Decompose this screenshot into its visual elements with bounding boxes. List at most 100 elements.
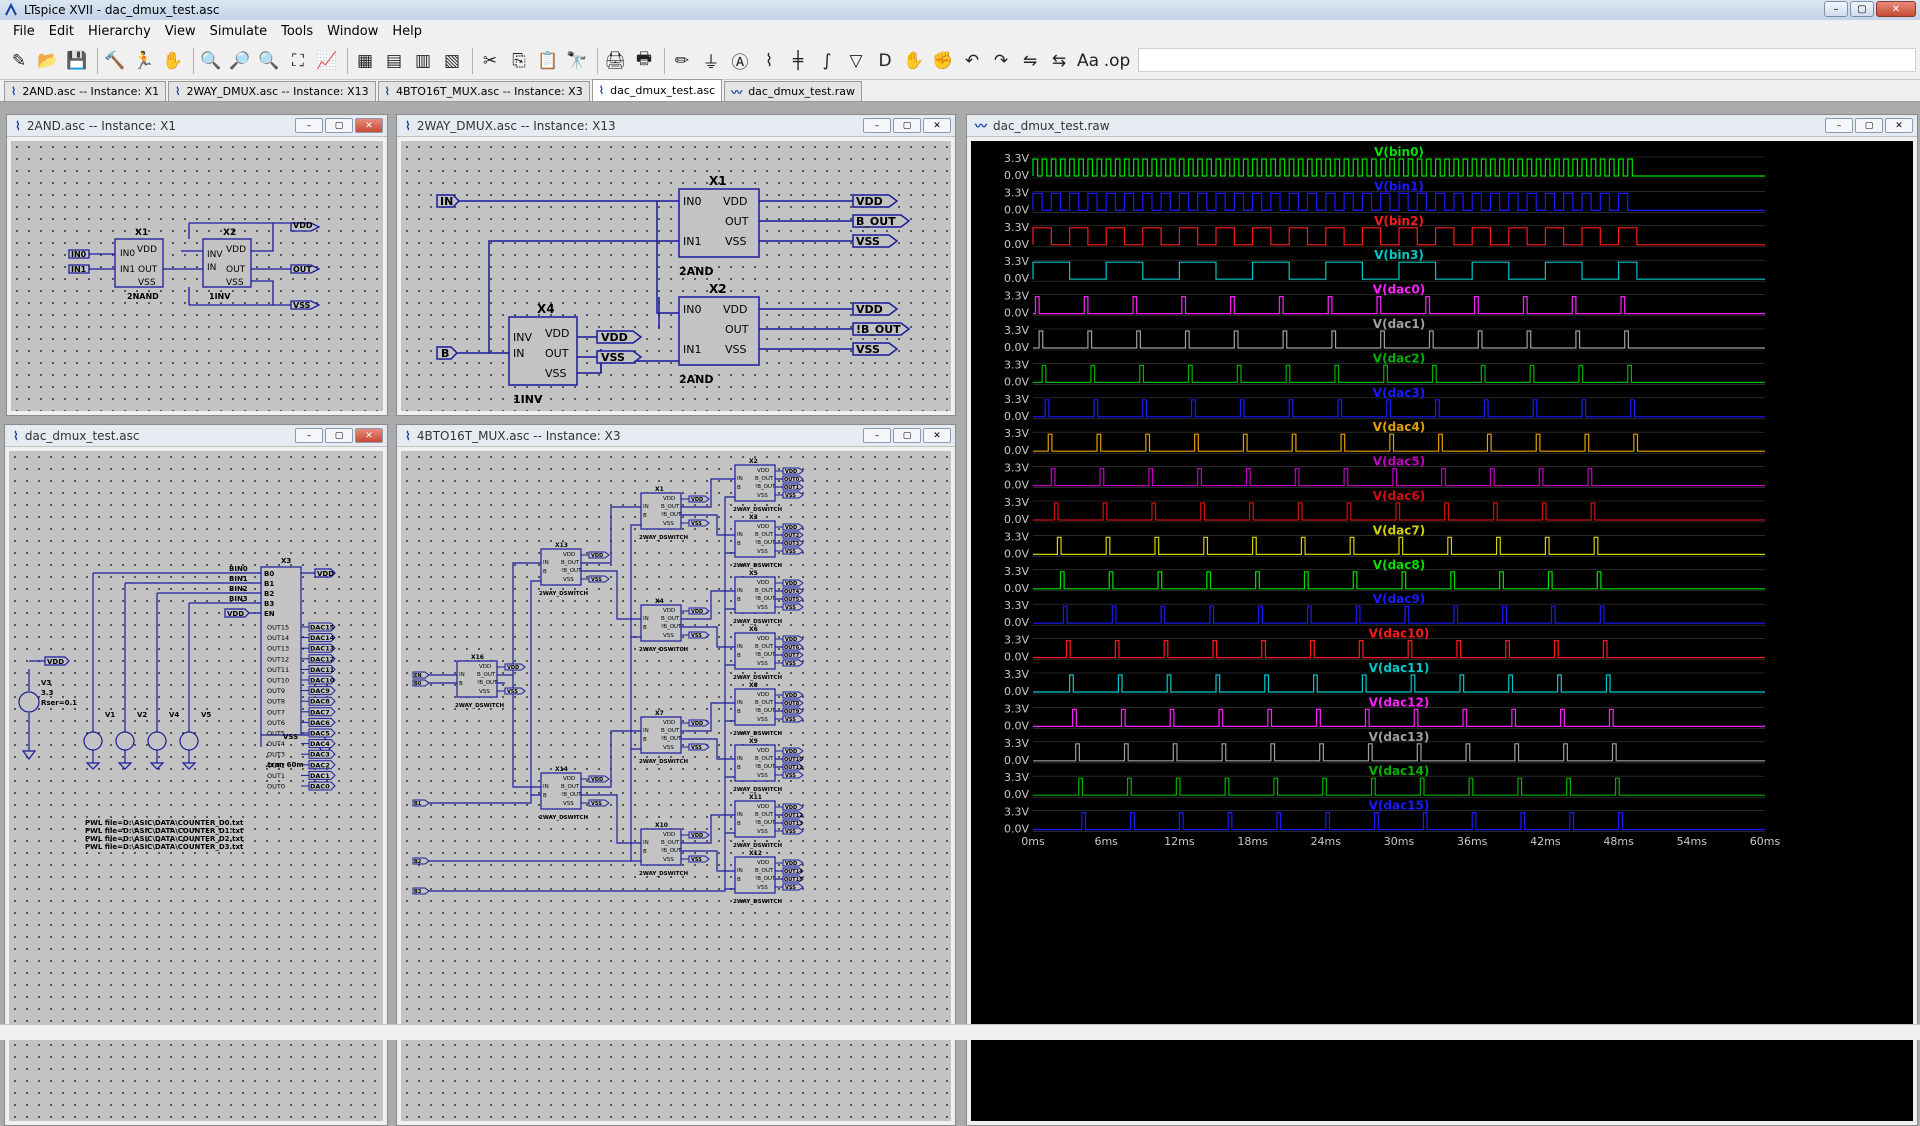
minimize-button[interactable]: –	[1824, 1, 1848, 17]
waveform-plot-area[interactable]: 3.3V 0.0V V(bin0) 3.3V 0.0V V(bin1) 3.3V 0.0V V(…	[971, 141, 1913, 1121]
find-icon[interactable]: 🔭	[564, 47, 590, 75]
copy-icon[interactable]: ⎘	[506, 47, 532, 75]
undo-icon[interactable]: ↶	[959, 47, 985, 75]
close-button[interactable]: ✕	[923, 428, 951, 443]
zoom-pan-icon[interactable]: 🔎	[227, 47, 253, 75]
close-button[interactable]: ✕	[355, 428, 383, 443]
trace-label[interactable]: V(dac7)	[1373, 523, 1425, 537]
trace-label[interactable]: V(bin1)	[1374, 179, 1424, 193]
trace-label[interactable]: V(dac9)	[1373, 592, 1425, 606]
cut-icon[interactable]: ✂	[477, 47, 503, 75]
trace-label[interactable]: V(dac8)	[1373, 558, 1425, 572]
autorange-icon[interactable]: 📈	[314, 47, 340, 75]
zoom-out-icon[interactable]: 🔍	[256, 47, 282, 75]
label-net-icon[interactable]: Ⓐ	[727, 47, 753, 75]
move-icon[interactable]: ✋	[901, 47, 927, 75]
close-button[interactable]: ✕	[1876, 1, 1916, 17]
ground-icon[interactable]: ⏚	[698, 47, 724, 75]
menu-file[interactable]: File	[6, 22, 42, 41]
x-tick-label: 48ms	[1603, 835, 1634, 848]
control-panel-icon[interactable]: 🔨	[102, 47, 128, 75]
schematic-canvas[interactable]: X1 X2 IN0 IN1 VDD OUT VSS INV IN VDD OUT…	[11, 141, 383, 411]
trace-label[interactable]: V(dac2)	[1373, 351, 1425, 365]
maximize-button[interactable]: ▢	[893, 118, 921, 133]
trace-pane: 3.3V 0.0V V(dac13)	[1004, 730, 1765, 767]
wire-icon[interactable]: ✏	[669, 47, 695, 75]
trace-label[interactable]: V(dac3)	[1373, 386, 1425, 400]
zoom-fit-icon[interactable]: ⛶	[285, 47, 311, 75]
open-folder-icon[interactable]: 📂	[35, 47, 61, 75]
rotate-icon[interactable]: ⇋	[1017, 47, 1043, 75]
schematic-canvas[interactable]: X1 X2 X4 IN B VDD VSS VDD B_OUT VSS VDD …	[401, 141, 951, 411]
tab-1[interactable]: ⌇ 2WAY_DMUX.asc -- Instance: X13	[168, 81, 376, 101]
close-button[interactable]: ✕	[923, 118, 951, 133]
maximize-button[interactable]: ▢	[325, 118, 353, 133]
tab-0[interactable]: ⌇ 2AND.asc -- Instance: X1	[4, 81, 167, 101]
tab-3[interactable]: ⌇ dac_dmux_test.asc	[591, 79, 723, 101]
new-schematic-icon[interactable]: ✎	[6, 47, 32, 75]
capacitor-icon[interactable]: ╪	[785, 47, 811, 75]
trace-label[interactable]: V(bin2)	[1374, 214, 1424, 228]
trace-label[interactable]: V(bin0)	[1374, 145, 1424, 159]
menu-view[interactable]: View	[158, 22, 203, 41]
trace-label[interactable]: V(bin3)	[1374, 248, 1424, 262]
trace-label[interactable]: V(dac0)	[1373, 283, 1425, 297]
spice-directive-icon[interactable]: .op	[1104, 47, 1131, 75]
delete-window-icon[interactable]: ▦	[352, 47, 378, 75]
cascade-icon[interactable]: ▧	[439, 47, 465, 75]
trace-label[interactable]: V(dac11)	[1369, 661, 1430, 675]
trace-label[interactable]: V(dac14)	[1369, 764, 1430, 778]
trace-label[interactable]: V(dac5)	[1373, 455, 1425, 469]
maximize-button[interactable]: ▢	[1855, 118, 1883, 133]
halt-hand-icon[interactable]: ✋	[160, 47, 186, 75]
diode-icon[interactable]: ▽	[843, 47, 869, 75]
component-icon[interactable]: D	[872, 47, 898, 75]
trace-label[interactable]: V(dac13)	[1369, 730, 1430, 744]
tab-4[interactable]: 〰 dac_dmux_test.raw	[724, 81, 863, 101]
net-label: VDD	[591, 777, 603, 783]
menu-tools[interactable]: Tools	[274, 22, 320, 41]
schematic-canvas[interactable]: OUT15 DAC15 OUT14 DAC14 OUT13 DAC13 OUT12 DAC12…	[9, 451, 383, 1121]
menu-help[interactable]: Help	[385, 22, 429, 41]
paste-icon[interactable]: 📋	[535, 47, 561, 75]
close-button[interactable]: ✕	[1885, 118, 1913, 133]
minimize-button[interactable]: –	[863, 428, 891, 443]
resistor-icon[interactable]: ⌇	[756, 47, 782, 75]
inductor-icon[interactable]: ∫	[814, 47, 840, 75]
mirror-icon[interactable]: ⇆	[1046, 47, 1072, 75]
maximize-button[interactable]: ▢	[1850, 1, 1874, 17]
zoom-in-icon[interactable]: 🔍	[198, 47, 224, 75]
trace-label[interactable]: V(dac12)	[1369, 695, 1430, 709]
menu-edit[interactable]: Edit	[42, 22, 81, 41]
redo-icon[interactable]: ↷	[988, 47, 1014, 75]
trace-label[interactable]: V(dac15)	[1369, 799, 1430, 813]
pane-divider	[1033, 603, 1765, 626]
minimize-button[interactable]: –	[295, 118, 323, 133]
drag-icon[interactable]: ✊	[930, 47, 956, 75]
run-icon[interactable]: 🏃	[131, 47, 157, 75]
print-icon[interactable]: 🖶	[631, 47, 657, 75]
minimize-button[interactable]: –	[1825, 118, 1853, 133]
schematic-canvas[interactable]: X16 2WAY_DSWITCH IN B VDD B_OUT !B_OUT VSS VDD VS…	[401, 451, 951, 1121]
trace-label[interactable]: V(dac1)	[1373, 317, 1425, 331]
minimize-button[interactable]: –	[295, 428, 323, 443]
menu-window[interactable]: Window	[320, 22, 385, 41]
maximize-button[interactable]: ▢	[325, 428, 353, 443]
tab-2[interactable]: ⌇ 4BTO16T_MUX.asc -- Instance: X3	[377, 81, 590, 101]
trace-label[interactable]: V(dac10)	[1369, 627, 1430, 641]
text-icon[interactable]: Aa	[1075, 47, 1101, 75]
close-button[interactable]: ✕	[355, 118, 383, 133]
trace-line	[1033, 330, 1765, 349]
net-vss: VSS	[293, 301, 311, 310]
maximize-button[interactable]: ▢	[893, 428, 921, 443]
tile-vertical-icon[interactable]: ▥	[410, 47, 436, 75]
menu-simulate[interactable]: Simulate	[203, 22, 274, 41]
print-setup-icon[interactable]: 🖨	[602, 47, 628, 75]
menu-hierarchy[interactable]: Hierarchy	[81, 22, 158, 41]
save-icon[interactable]: 💾	[64, 47, 90, 75]
minimize-button[interactable]: –	[863, 118, 891, 133]
trace-label[interactable]: V(dac6)	[1373, 489, 1425, 503]
net-label: VSS	[785, 829, 796, 835]
trace-label[interactable]: V(dac4)	[1373, 420, 1425, 434]
tile-horizontal-icon[interactable]: ▤	[381, 47, 407, 75]
